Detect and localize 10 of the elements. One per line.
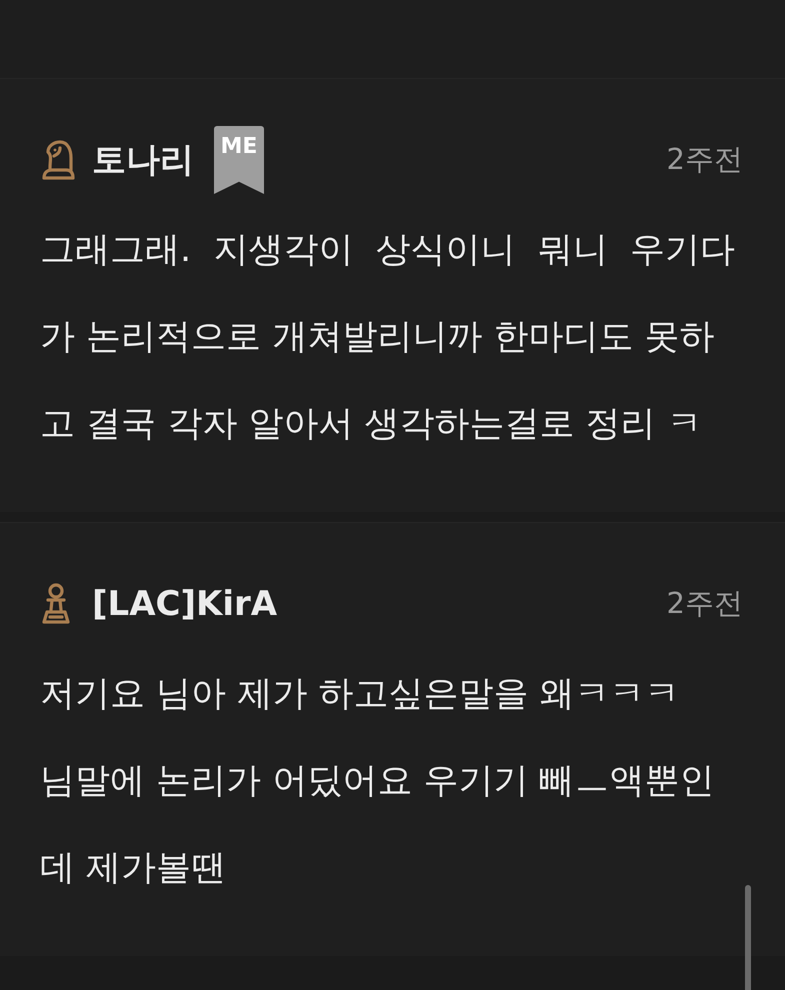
timestamp: 2주전 [666, 585, 743, 622]
username[interactable]: 토나리 [92, 137, 194, 183]
me-badge: ME [214, 126, 264, 194]
timestamp: 2주전 [666, 141, 743, 178]
username[interactable]: [LAC]KirA [92, 584, 278, 624]
scrollbar-thumb[interactable] [745, 885, 751, 990]
comment-text: 저기요 님아 제가 하고싶은말을 왜ㅋㅋㅋ 님말에 논리가 어딨어요 우기기 빼ㅡ액뿐인데 제가볼땐 [40, 673, 716, 890]
pawn-icon [40, 582, 72, 626]
comment-text: 그래그래. 지생각이 상식이니 뭐니 우기다가 논리적으로 개쳐발리니까 한마디도 못하고 결국 각자 알아서 생각하는걸로 정리 ㅋ [40, 229, 736, 446]
knight-icon [40, 138, 76, 182]
